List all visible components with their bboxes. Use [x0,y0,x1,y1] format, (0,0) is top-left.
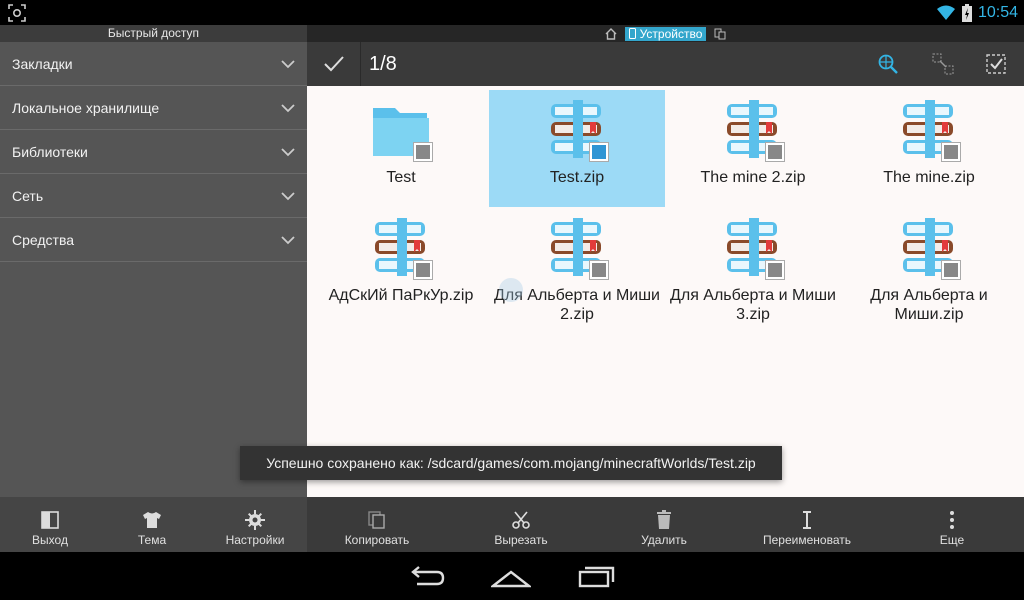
select-all-icon[interactable] [985,53,1007,75]
tshirt-icon [143,512,161,528]
selection-toolbar: 1/8 [307,42,1024,86]
file-name: The mine.zip [883,169,975,186]
file-item-folder-test[interactable]: Test [313,90,489,207]
copy-button[interactable]: Копировать [337,497,417,552]
text-cursor-icon [803,511,811,529]
wifi-icon [936,5,955,20]
search-web-icon[interactable] [877,53,899,75]
file-item-the-mine-zip[interactable]: The mine.zip [841,90,1017,207]
file-item-albert-misha-3-zip[interactable]: Для Альберта и Миши 3.zip [665,208,841,328]
file-name: Для Альберта и Миши 3.zip [670,287,836,323]
file-name: Для Альберта и Миши.zip [870,287,988,323]
system-navigation-bar [0,552,1024,600]
scissors-icon [512,511,530,529]
exit-panel-icon [41,511,59,529]
chevron-down-icon [281,235,295,244]
location-bar: Устройство [307,25,1024,42]
clock: 10:54 [977,3,1018,21]
home-icon[interactable] [605,27,617,40]
screenshot-icon [8,4,26,22]
touch-ripple [499,278,523,302]
gear-icon [245,510,265,530]
selection-checkbox[interactable] [413,142,433,162]
file-grid: Test Test.zip The mine 2.zip The mine.zi… [307,86,1024,497]
select-range-icon[interactable] [932,53,954,75]
done-button[interactable] [307,42,361,86]
storage-switch-icon[interactable] [714,28,726,40]
selection-checkbox[interactable] [413,260,433,280]
phone-icon [628,28,636,39]
more-vertical-icon [950,511,954,529]
status-bar: 10:54 [0,0,1024,25]
selection-checkbox-checked[interactable] [589,142,609,162]
checkmark-icon [323,56,344,72]
delete-label: Удалить [641,533,687,547]
more-button[interactable]: Еще [927,497,977,552]
sidebar-item-libraries[interactable]: Библиотеки [0,130,307,174]
quick-access-sidebar: Закладки Локальное хранилище Библиотеки … [0,42,307,497]
home-nav-icon[interactable] [491,564,531,590]
location-label: Устройство [639,26,703,41]
file-name: The mine 2.zip [700,169,806,186]
toast-message: Успешно сохранено как: /sdcard/games/com… [240,446,782,480]
sidebar-item-bookmarks[interactable]: Закладки [0,42,307,86]
chevron-down-icon [281,59,295,68]
selection-checkbox[interactable] [941,142,961,162]
more-label: Еще [939,533,965,547]
file-name: АдСкИй ПаРкУр.zip [328,287,474,304]
copy-icon [368,511,385,529]
cut-button[interactable]: Вырезать [485,497,557,552]
file-name: Test.zip [549,169,605,186]
file-item-adskiy-parkur-zip[interactable]: АдСкИй ПаРкУр.zip [313,208,489,328]
trash-icon [657,510,671,529]
sidebar-item-network[interactable]: Сеть [0,174,307,218]
file-item-albert-misha-2-zip[interactable]: Для Альберта и Миши 2.zip [489,208,665,328]
sidebar-item-label: Библиотеки [12,143,88,160]
chevron-down-icon [281,191,295,200]
sidebar-item-local-storage[interactable]: Локальное хранилище [0,86,307,130]
theme-button[interactable]: Тема [122,497,182,552]
sidebar-item-tools[interactable]: Средства [0,218,307,262]
selection-checkbox[interactable] [765,260,785,280]
exit-label: Выход [32,533,68,547]
quick-access-title: Быстрый доступ [0,25,307,42]
delete-button[interactable]: Удалить [632,497,696,552]
sidebar-item-label: Средства [12,231,75,248]
file-item-albert-misha-zip[interactable]: Для Альберта и Миши.zip [841,208,1017,328]
chevron-down-icon [281,103,295,112]
selection-checkbox[interactable] [941,260,961,280]
copy-label: Копировать [344,533,410,547]
chevron-down-icon [281,147,295,156]
file-name: Test [386,169,416,186]
sidebar-item-label: Закладки [12,55,73,72]
exit-button[interactable]: Выход [20,497,80,552]
cut-label: Вырезать [494,533,548,547]
theme-label: Тема [137,533,167,547]
file-item-test-zip[interactable]: Test.zip [489,90,665,207]
selection-counter: 1/8 [369,53,397,75]
sidebar-item-label: Сеть [12,187,44,204]
file-item-the-mine-2-zip[interactable]: The mine 2.zip [665,90,841,207]
location-device-chip[interactable]: Устройство [624,26,707,41]
settings-button[interactable]: Настройки [220,497,290,552]
sidebar-item-label: Локальное хранилище [12,99,160,116]
back-icon[interactable] [407,564,447,590]
bottom-action-bar: Выход Тема Настройки Копировать Вырезать [0,497,1024,552]
recent-apps-icon[interactable] [576,564,616,590]
battery-icon [961,3,972,22]
selection-checkbox[interactable] [589,260,609,280]
settings-label: Настройки [225,533,285,547]
rename-label: Переименовать [763,533,851,547]
selection-checkbox[interactable] [765,142,785,162]
rename-button[interactable]: Переименовать [757,497,857,552]
